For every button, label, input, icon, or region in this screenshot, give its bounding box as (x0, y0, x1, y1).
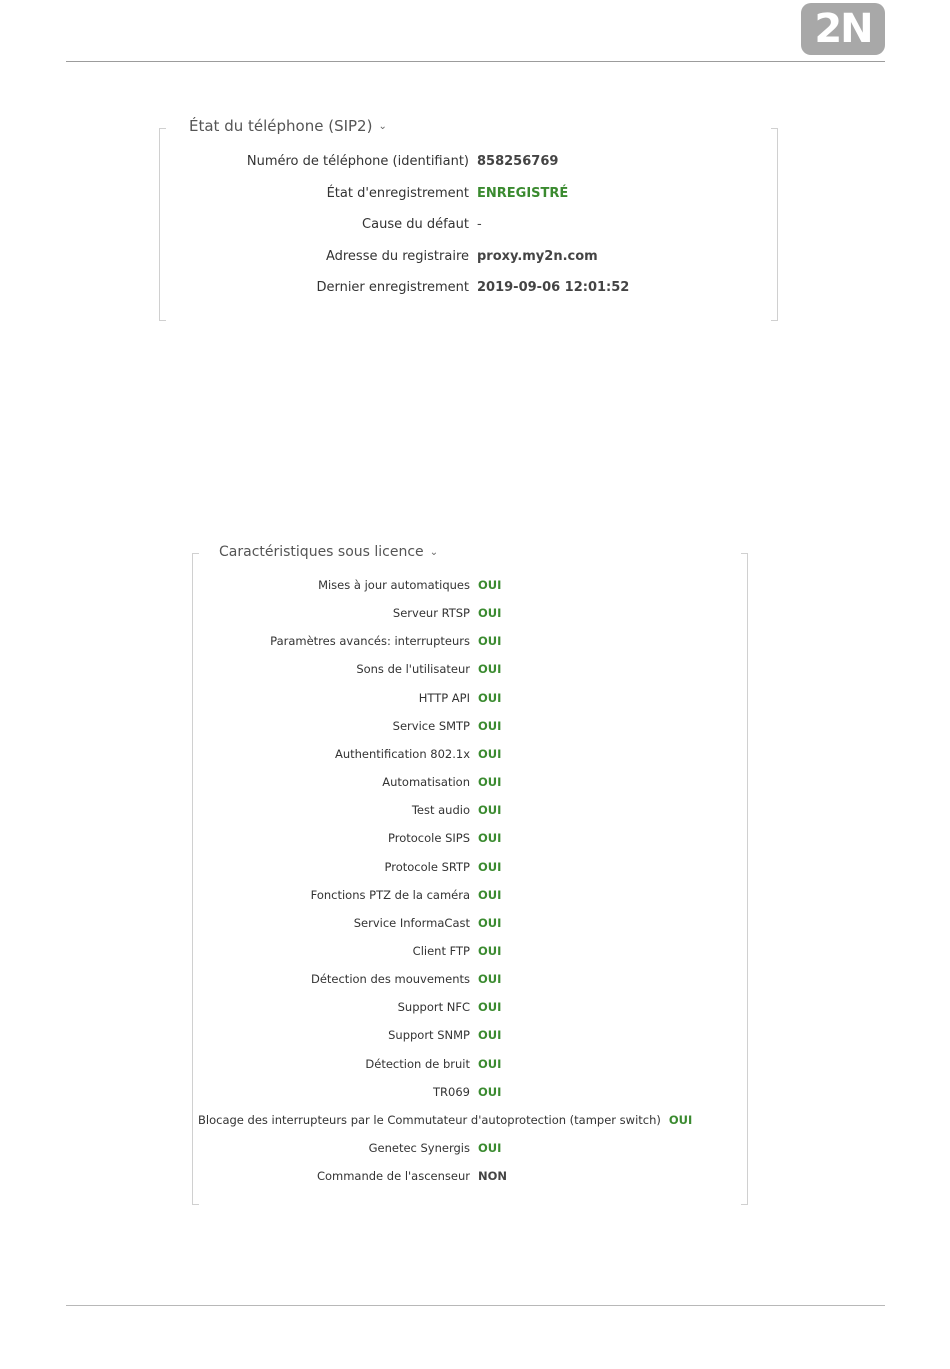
row-label: Service InformaCast (353, 915, 470, 930)
row-value: OUI (478, 859, 502, 874)
row-value: OUI (478, 1028, 502, 1043)
chevron-down-icon[interactable]: ⌄ (378, 121, 386, 132)
row-value: OUI (478, 746, 502, 761)
info-row: Service SMTP OUI (192, 718, 502, 733)
row-label: Détection des mouvements (310, 972, 470, 987)
row-label: Test audio (411, 803, 470, 818)
info-row: Test audio OUI (192, 803, 502, 818)
row-value: OUI (478, 718, 502, 733)
row-label: Numéro de téléphone (identifiant) (246, 154, 469, 169)
row-label: Serveur RTSP (392, 606, 470, 621)
row-label: Support SNMP (388, 1028, 470, 1043)
info-row: Paramètres avancés: interrupteurs OUI (192, 634, 501, 648)
info-row: Blocage des interrupteurs par le Commuta… (192, 1113, 692, 1127)
licensed-features-title-text: Caractéristiques sous licence (219, 544, 424, 560)
info-row: Genetec Synergis OUI (192, 1141, 502, 1155)
licensed-features-panel: Caractéristiques sous licence ⌄ Mises à j… (192, 544, 748, 1205)
row-value: proxy.my2n.com (477, 248, 598, 264)
row-label: Détection de bruit (365, 1056, 470, 1071)
chevron-down-icon[interactable]: ⌄ (430, 547, 438, 558)
info-row: Protocole SIPS OUI (192, 831, 501, 845)
info-row: Fonctions PTZ de la caméra OUI (192, 887, 502, 902)
row-value: OUI (478, 662, 502, 677)
info-row: Dernier enregistrement 2019-09-06 12:01:5… (159, 280, 629, 295)
row-label: Dernier enregistrement (316, 280, 469, 296)
info-row: Authentification 802.1x OUI (192, 747, 501, 761)
row-label: Paramètres avancés: interrupteurs (270, 634, 470, 649)
brand-logo: 2N (801, 3, 885, 55)
info-row: Détection de bruit OUI (192, 1057, 501, 1071)
phone-status-panel: État du téléphone (SIP2) ⌄ Numéro de télé… (159, 117, 778, 321)
row-label: Protocole SIPS (388, 831, 470, 846)
row-value: OUI (478, 831, 502, 846)
panel-frame-left (192, 553, 199, 1205)
phone-status-title[interactable]: État du téléphone (SIP2) ⌄ (183, 117, 393, 135)
row-label: Blocage des interrupteurs par le Commuta… (198, 1112, 661, 1127)
row-value: OUI (478, 972, 502, 987)
row-label: Commande de l'ascenseur (316, 1169, 470, 1184)
row-label: Fonctions PTZ de la caméra (310, 887, 470, 902)
row-value: OUI (478, 690, 502, 705)
row-value: OUI (478, 634, 502, 649)
row-label: Automatisation (382, 775, 470, 790)
info-row: Support NFC OUI (192, 1000, 502, 1015)
licensed-features-title[interactable]: Caractéristiques sous licence ⌄ (213, 544, 445, 560)
info-row: Numéro de téléphone (identifiant) 8582567… (159, 154, 559, 169)
row-label: État d'enregistrement (326, 185, 469, 201)
row-label: Cause du défaut (362, 217, 469, 233)
row-value: OUI (668, 1112, 693, 1127)
row-value: - (477, 217, 482, 233)
row-value: OUI (478, 1000, 502, 1015)
row-label: Sons de l'utilisateur (356, 662, 470, 677)
row-label: Authentification 802.1x (334, 746, 470, 761)
row-value: ENREGISTRÉ (477, 185, 569, 201)
row-value: OUI (478, 578, 502, 592)
info-row: HTTP API OUI (192, 690, 502, 705)
info-row: Cause du défaut - (159, 217, 482, 232)
phone-status-title-text: État du téléphone (SIP2) (189, 117, 373, 135)
info-row: Mises à jour automatiques OUI (192, 578, 501, 592)
info-row: Automatisation OUI (192, 775, 501, 789)
info-row: Service InformaCast OUI (192, 915, 502, 930)
info-row: TR069 OUI (192, 1085, 501, 1099)
info-row: Client FTP OUI (192, 943, 502, 958)
footer-divider (66, 1305, 885, 1306)
row-value: NON (478, 1169, 508, 1184)
row-value: OUI (478, 1084, 502, 1099)
row-label: Client FTP (412, 943, 470, 958)
row-value: 858256769 (477, 154, 559, 169)
info-row: Adresse du registraire proxy.my2n.com (159, 249, 598, 264)
row-label: Adresse du registraire (325, 248, 469, 264)
row-value: OUI (478, 1056, 502, 1071)
info-row: Protocole SRTP OUI (192, 859, 502, 874)
panel-frame-right (771, 128, 778, 321)
row-value: OUI (478, 887, 502, 902)
info-row: Détection des mouvements OUI (192, 972, 501, 986)
row-value: OUI (478, 775, 502, 790)
row-label: Mises à jour automatiques (318, 578, 470, 592)
row-value: OUI (478, 943, 502, 958)
row-value: OUI (478, 606, 502, 621)
panel-frame-right (741, 553, 748, 1205)
info-row: Support SNMP OUI (192, 1028, 501, 1042)
info-row: Commande de l'ascenseur NON (192, 1169, 507, 1183)
header-divider (66, 61, 885, 62)
info-row: État d'enregistrement ENREGISTRÉ (159, 185, 569, 201)
row-label: HTTP API (418, 690, 470, 705)
row-value: OUI (478, 803, 502, 818)
row-value: 2019-09-06 12:01:52 (477, 280, 630, 296)
row-label: Service SMTP (392, 718, 470, 733)
row-label: TR069 (433, 1084, 470, 1099)
row-label: Support NFC (397, 1000, 470, 1015)
row-label: Protocole SRTP (384, 859, 471, 874)
row-value: OUI (478, 915, 502, 930)
row-value: OUI (478, 1141, 502, 1155)
info-row: Sons de l'utilisateur OUI (192, 662, 501, 676)
row-label: Genetec Synergis (368, 1141, 470, 1155)
info-row: Serveur RTSP OUI (192, 606, 501, 620)
